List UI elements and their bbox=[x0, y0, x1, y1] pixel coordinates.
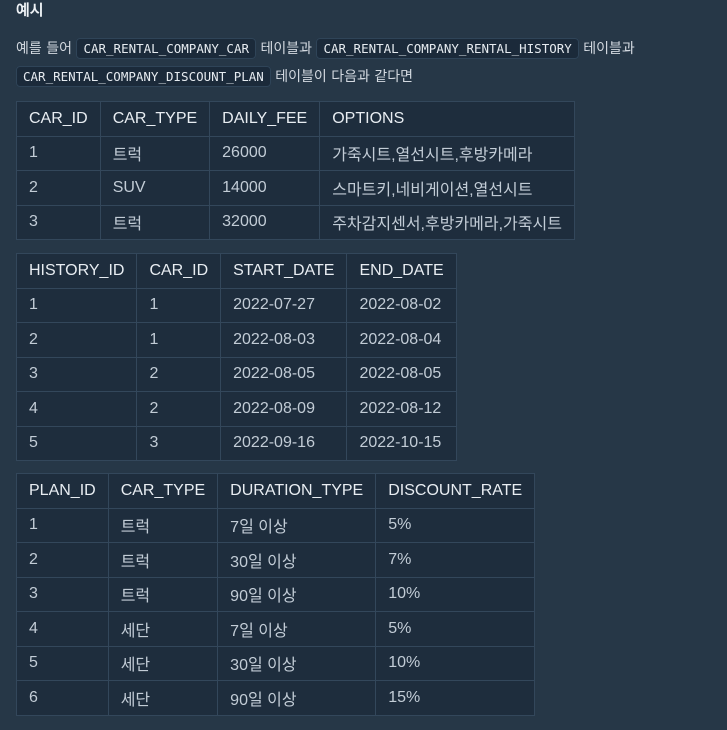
column-header: CAR_ID bbox=[16, 101, 101, 137]
table-cell: 주차감지센서,후방카메라,가죽시트 bbox=[319, 204, 575, 240]
section-heading: 예시 bbox=[16, 1, 44, 19]
column-header: PLAN_ID bbox=[16, 473, 109, 509]
table-cell: 세단 bbox=[107, 645, 219, 681]
table-row: 3 트럭 32000 주차감지센서,후방카메라,가죽시트 bbox=[16, 204, 575, 240]
table-cell: 2022-08-09 bbox=[220, 391, 348, 427]
table-header-row: CAR_ID CAR_TYPE DAILY_FEE OPTIONS bbox=[16, 101, 575, 137]
car-table: CAR_ID CAR_TYPE DAILY_FEE OPTIONS 1 트럭 2… bbox=[16, 101, 575, 240]
column-header: DISCOUNT_RATE bbox=[375, 473, 536, 509]
table-cell: 30일 이상 bbox=[217, 542, 377, 578]
table-cell: 2 bbox=[136, 356, 222, 392]
table-cell: 트럭 bbox=[99, 204, 211, 240]
table-row: 4 2 2022-08-09 2022-08-12 bbox=[15, 391, 457, 427]
table-cell: 1 bbox=[15, 287, 138, 323]
table-cell: 30일 이상 bbox=[217, 645, 377, 681]
table-row: 1 트럭 26000 가죽시트,열선시트,후방카메라 bbox=[16, 135, 575, 171]
rental-history-table: HISTORY_ID CAR_ID START_DATE END_DATE 1 … bbox=[15, 253, 457, 461]
table-cell: 2022-08-12 bbox=[346, 391, 457, 427]
table-cell: 2 bbox=[15, 322, 138, 358]
table-cell: 1 bbox=[136, 287, 222, 323]
table-cell: 14000 bbox=[209, 170, 321, 206]
table-cell: 트럭 bbox=[107, 576, 219, 612]
intro-paragraph: 예를 들어 CAR_RENTAL_COMPANY_CAR 테이블과 CAR_RE… bbox=[16, 35, 716, 91]
table-cell: 90일 이상 bbox=[217, 680, 377, 716]
table-row: 3 2 2022-08-05 2022-08-05 bbox=[15, 356, 457, 392]
intro-text: 테이블과 bbox=[583, 41, 635, 57]
intro-text: 예를 들어 bbox=[16, 41, 72, 57]
table-cell: 스마트키,네비게이션,열선시트 bbox=[319, 170, 575, 206]
table-cell: 7일 이상 bbox=[217, 611, 377, 647]
table-cell: 1 bbox=[16, 507, 109, 543]
table-name-code: CAR_RENTAL_COMPANY_RENTAL_HISTORY bbox=[316, 38, 579, 59]
table-row: 2 1 2022-08-03 2022-08-04 bbox=[15, 322, 457, 358]
column-header: START_DATE bbox=[220, 253, 348, 289]
table-name-code: CAR_RENTAL_COMPANY_CAR bbox=[76, 38, 257, 59]
table-row: 5 3 2022-09-16 2022-10-15 bbox=[15, 425, 457, 461]
discount-plan-table: PLAN_ID CAR_TYPE DURATION_TYPE DISCOUNT_… bbox=[16, 473, 536, 716]
table-cell: 3 bbox=[15, 356, 138, 392]
table-cell: 7일 이상 bbox=[217, 507, 377, 543]
table-cell: 10% bbox=[375, 576, 536, 612]
table-cell: 2 bbox=[136, 391, 222, 427]
column-header: CAR_ID bbox=[136, 253, 222, 289]
table-cell: 26000 bbox=[209, 135, 321, 171]
table-cell: 5% bbox=[375, 611, 536, 647]
table-cell: 2022-08-05 bbox=[346, 356, 457, 392]
table-cell: 4 bbox=[15, 391, 138, 427]
table-cell: 2022-08-04 bbox=[346, 322, 457, 358]
table-name-code: CAR_RENTAL_COMPANY_DISCOUNT_PLAN bbox=[16, 66, 271, 87]
table-header-row: HISTORY_ID CAR_ID START_DATE END_DATE bbox=[15, 253, 457, 289]
column-header: CAR_TYPE bbox=[107, 473, 219, 509]
table-cell: 트럭 bbox=[107, 542, 219, 578]
table-cell: 6 bbox=[16, 680, 109, 716]
table-cell: 7% bbox=[375, 542, 536, 578]
column-header: HISTORY_ID bbox=[15, 253, 138, 289]
table-cell: 세단 bbox=[107, 680, 219, 716]
table-row: 1 1 2022-07-27 2022-08-02 bbox=[15, 287, 457, 323]
table-cell: 세단 bbox=[107, 611, 219, 647]
table-cell: 2 bbox=[16, 542, 109, 578]
table-cell: 2 bbox=[16, 170, 101, 206]
table-cell: SUV bbox=[99, 170, 211, 206]
table-row: 5 세단 30일 이상 10% bbox=[16, 645, 536, 681]
table-cell: 2022-09-16 bbox=[220, 425, 348, 461]
column-header: END_DATE bbox=[346, 253, 457, 289]
table-cell: 가죽시트,열선시트,후방카메라 bbox=[319, 135, 575, 171]
table-header-row: PLAN_ID CAR_TYPE DURATION_TYPE DISCOUNT_… bbox=[16, 473, 536, 509]
table-cell: 10% bbox=[375, 645, 536, 681]
column-header: OPTIONS bbox=[319, 101, 575, 137]
table-cell: 2022-07-27 bbox=[220, 287, 348, 323]
table-cell: 5 bbox=[15, 425, 138, 461]
table-cell: 트럭 bbox=[107, 507, 219, 543]
table-cell: 1 bbox=[16, 135, 101, 171]
intro-text: 테이블과 bbox=[260, 41, 312, 57]
table-row: 2 트럭 30일 이상 7% bbox=[16, 542, 536, 578]
table-cell: 90일 이상 bbox=[217, 576, 377, 612]
column-header: DAILY_FEE bbox=[209, 101, 321, 137]
table-row: 1 트럭 7일 이상 5% bbox=[16, 507, 536, 543]
table-cell: 2022-08-05 bbox=[220, 356, 348, 392]
table-row: 6 세단 90일 이상 15% bbox=[16, 680, 536, 716]
table-cell: 2022-10-15 bbox=[346, 425, 457, 461]
table-cell: 5 bbox=[16, 645, 109, 681]
table-cell: 5% bbox=[375, 507, 536, 543]
table-cell: 3 bbox=[16, 204, 101, 240]
table-row: 3 트럭 90일 이상 10% bbox=[16, 576, 536, 612]
intro-text: 테이블이 다음과 같다면 bbox=[275, 69, 413, 85]
table-cell: 3 bbox=[16, 576, 109, 612]
table-row: 4 세단 7일 이상 5% bbox=[16, 611, 536, 647]
table-cell: 1 bbox=[136, 322, 222, 358]
table-cell: 트럭 bbox=[99, 135, 211, 171]
column-header: DURATION_TYPE bbox=[217, 473, 377, 509]
table-cell: 32000 bbox=[209, 204, 321, 240]
table-cell: 2022-08-02 bbox=[346, 287, 457, 323]
column-header: CAR_TYPE bbox=[99, 101, 211, 137]
table-row: 2 SUV 14000 스마트키,네비게이션,열선시트 bbox=[16, 170, 575, 206]
table-cell: 4 bbox=[16, 611, 109, 647]
table-cell: 2022-08-03 bbox=[220, 322, 348, 358]
table-cell: 3 bbox=[136, 425, 222, 461]
table-cell: 15% bbox=[375, 680, 536, 716]
